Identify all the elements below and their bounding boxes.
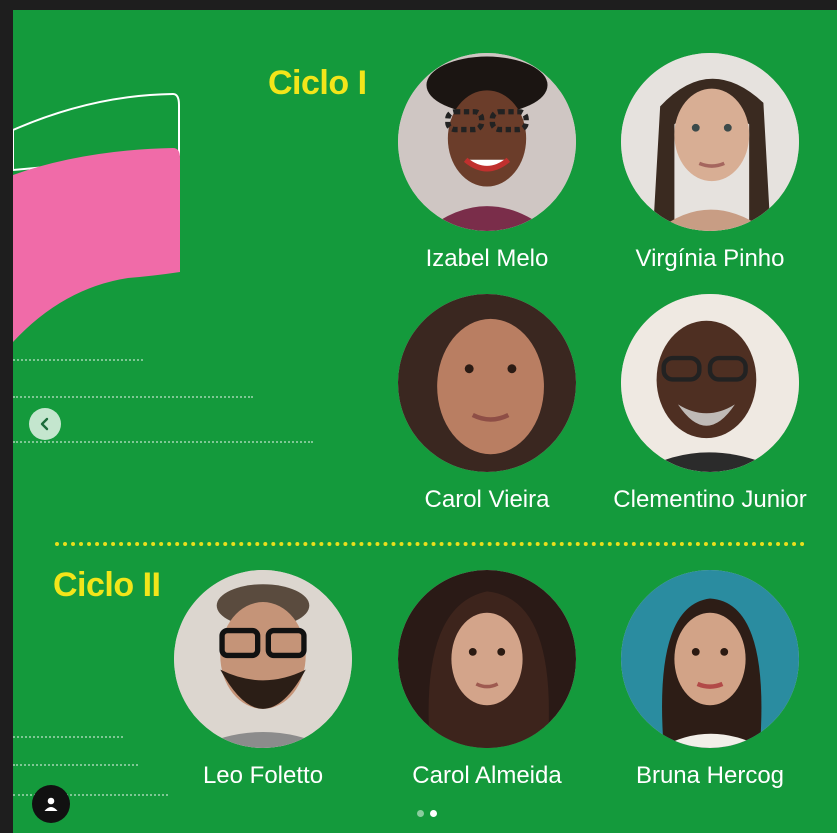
decorative-dots — [13, 441, 313, 445]
person-name: Leo Foletto — [202, 762, 324, 789]
person-card: Bruna Hercog — [595, 570, 825, 790]
person-card: Leo Foletto — [148, 570, 378, 790]
avatar — [174, 570, 352, 748]
avatar — [398, 53, 576, 231]
avatar-photo — [621, 294, 799, 472]
section-title-ciclo-1: Ciclo I — [268, 64, 367, 102]
person-card: Carol Almeida — [372, 570, 602, 790]
decorative-dots — [13, 396, 253, 400]
avatar-photo — [621, 53, 799, 231]
section-title-ciclo-2: Ciclo II — [53, 566, 161, 604]
person-card: Izabel Melo — [372, 53, 602, 273]
person-card: Carol Vieira — [372, 294, 602, 514]
avatar-photo — [621, 570, 799, 748]
person-name: Clementino Junior — [613, 486, 807, 513]
carousel-pagination — [417, 810, 437, 817]
decorative-dots — [13, 359, 143, 363]
decorative-dots — [13, 736, 123, 740]
avatar — [398, 570, 576, 748]
avatar — [621, 53, 799, 231]
carousel-prev-button[interactable] — [29, 408, 61, 440]
person-name: Virgínia Pinho — [635, 245, 785, 272]
window-top-bar — [0, 0, 837, 10]
tagged-people-button[interactable] — [32, 785, 70, 823]
pager-dot[interactable] — [417, 810, 424, 817]
user-icon — [44, 797, 58, 811]
chevron-left-icon — [40, 417, 49, 431]
decorative-dots — [13, 764, 138, 768]
avatar — [398, 294, 576, 472]
carousel-slide: Ciclo I Ciclo II Izabel Melo Virgínia Pi… — [13, 10, 837, 833]
person-card: Clementino Junior — [595, 294, 825, 514]
decorative-shape — [13, 92, 180, 342]
person-name: Carol Vieira — [424, 486, 550, 513]
window-left-edge — [0, 0, 13, 833]
avatar-photo — [398, 53, 576, 231]
person-card: Virgínia Pinho — [595, 53, 825, 273]
avatar-photo — [174, 570, 352, 748]
section-divider — [55, 542, 805, 546]
pager-dot-active[interactable] — [430, 810, 437, 817]
person-name: Bruna Hercog — [635, 762, 785, 789]
person-name: Carol Almeida — [412, 762, 562, 789]
avatar — [621, 294, 799, 472]
avatar — [621, 570, 799, 748]
avatar-photo — [398, 570, 576, 748]
person-name: Izabel Melo — [425, 245, 549, 272]
avatar-photo — [398, 294, 576, 472]
